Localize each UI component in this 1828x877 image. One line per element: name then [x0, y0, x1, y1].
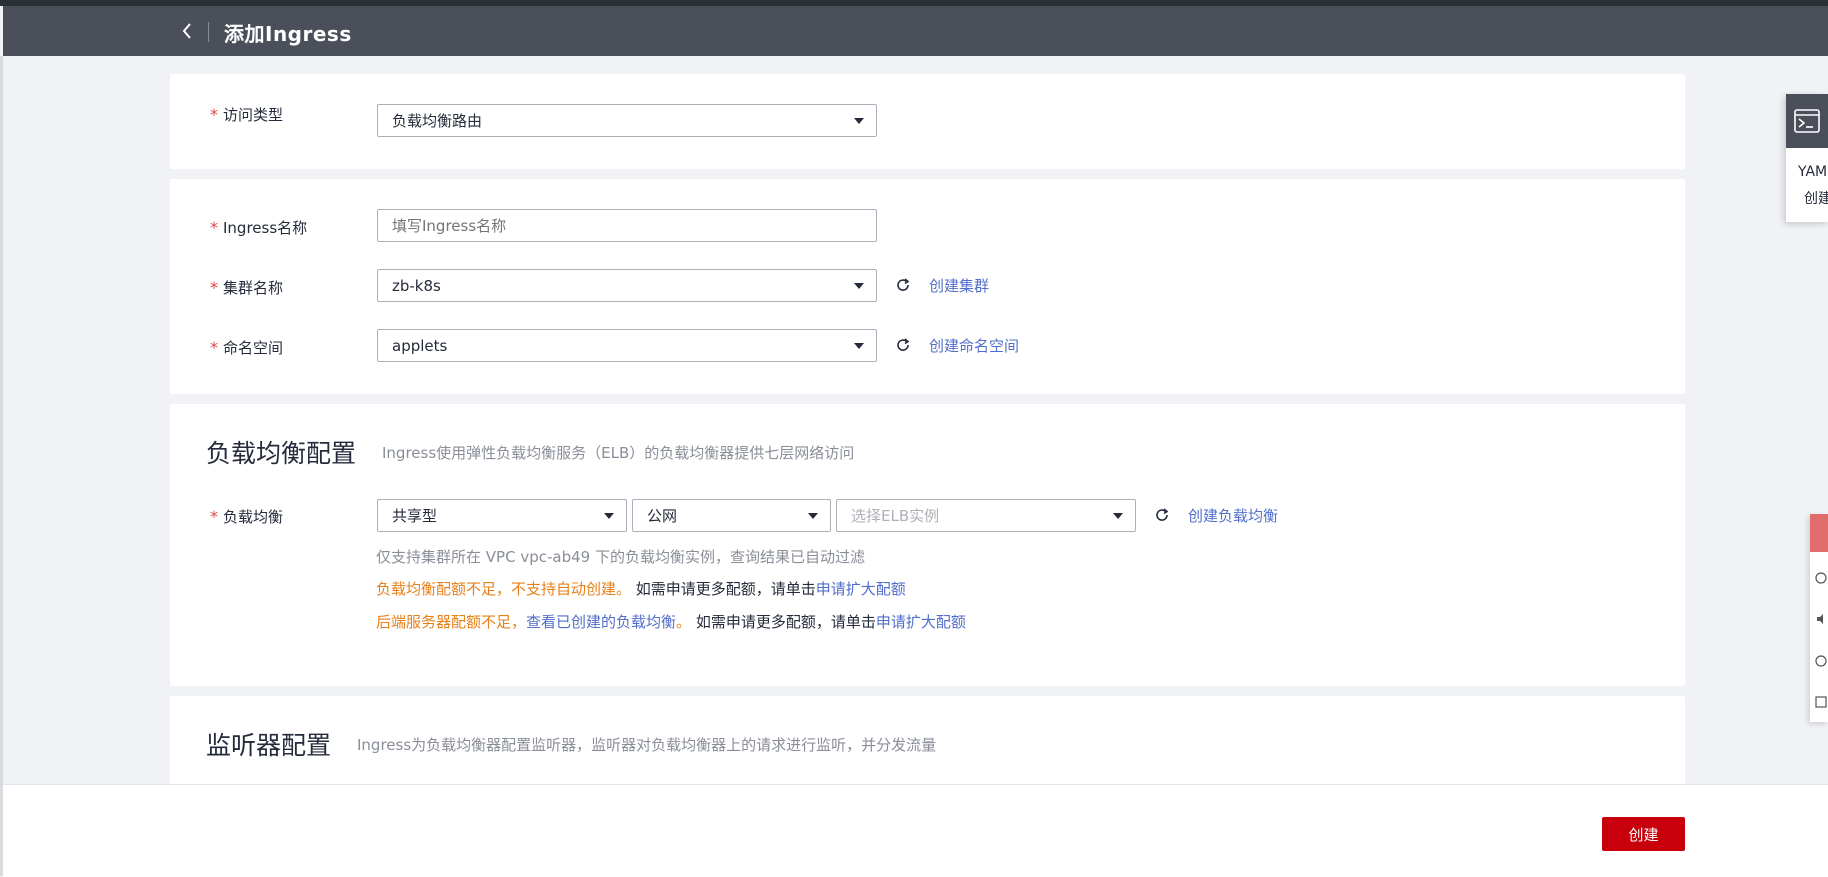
side-tool-icon-3[interactable] — [1814, 654, 1828, 668]
required-star: * — [210, 338, 218, 357]
ingress-name-input[interactable] — [377, 209, 877, 242]
required-star: * — [210, 218, 218, 237]
lb-type-value: 共享型 — [392, 507, 438, 525]
yaml-text-line2: 创建 — [1804, 191, 1828, 207]
listener-config-description: Ingress为负载均衡器配置监听器，监听器对负载均衡器上的请求进行监听，并分发… — [357, 736, 937, 754]
refresh-namespace-button[interactable] — [893, 335, 913, 355]
basic-info-card: * Ingress名称 * 集群名称 zb-k8s 创建集群 * 命名空间 ap… — [170, 179, 1685, 394]
page-header: 添加Ingress — [3, 6, 1828, 56]
caret-down-icon — [854, 343, 864, 349]
caret-down-icon — [808, 513, 818, 519]
create-lb-link[interactable]: 创建负载均衡 — [1188, 505, 1278, 526]
create-cluster-link[interactable]: 创建集群 — [929, 275, 989, 296]
required-star: * — [210, 278, 218, 297]
side-tool-icon-2[interactable] — [1814, 612, 1828, 626]
left-border — [0, 56, 3, 876]
yaml-create-widget[interactable]: YAM 创建 — [1786, 94, 1828, 222]
cluster-value: zb-k8s — [392, 276, 441, 295]
side-toolbar — [1810, 514, 1828, 722]
cluster-select[interactable]: zb-k8s — [377, 269, 877, 302]
namespace-value: applets — [392, 336, 448, 355]
caret-down-icon — [1113, 513, 1123, 519]
apply-quota-link-1[interactable]: 申请扩大配额 — [816, 580, 906, 598]
refresh-cluster-button[interactable] — [893, 275, 913, 295]
lb-network-select[interactable]: 公网 — [632, 499, 831, 532]
side-tool-feedback[interactable] — [1810, 514, 1828, 552]
terminal-icon — [1794, 109, 1820, 133]
lb-type-select[interactable]: 共享型 — [377, 499, 627, 532]
refresh-icon — [1156, 508, 1169, 521]
namespace-label: * 命名空间 — [210, 338, 284, 357]
refresh-elb-button[interactable] — [1152, 505, 1172, 525]
access-type-card: * 访问类型 负载均衡路由 — [170, 74, 1685, 169]
elb-instance-placeholder: 选择ELB实例 — [851, 507, 940, 525]
footer-bar — [3, 784, 1828, 877]
refresh-icon — [897, 278, 910, 291]
apply-quota-link-2[interactable]: 申请扩大配额 — [876, 613, 966, 631]
access-type-value: 负载均衡路由 — [392, 112, 483, 130]
ingress-name-label: * Ingress名称 — [210, 218, 308, 237]
side-tool-icon-4[interactable] — [1814, 695, 1828, 709]
back-button[interactable] — [175, 20, 199, 42]
elb-instance-select[interactable]: 选择ELB实例 — [836, 499, 1136, 532]
quota-warning-1: 负载均衡配额不足，不支持自动创建。 如需申请更多配额，请单击申请扩大配额 — [376, 580, 906, 598]
header-divider — [208, 22, 209, 42]
view-created-lb-link[interactable]: 查看已创建的负载均衡 — [526, 613, 676, 631]
caret-down-icon — [854, 283, 864, 289]
page-title: 添加Ingress — [224, 22, 352, 46]
required-star: * — [210, 105, 218, 124]
lb-config-card: 负载均衡配置 Ingress使用弹性负载均衡服务（ELB）的负载均衡器提供七层网… — [170, 404, 1685, 686]
cluster-name-label: * 集群名称 — [210, 278, 284, 297]
required-star: * — [210, 507, 218, 526]
listener-config-title: 监听器配置 — [206, 731, 332, 760]
yaml-text-line1: YAM — [1798, 164, 1828, 180]
quota-warning-2: 后端服务器配额不足，查看已创建的负载均衡。 如需申请更多配额，请单击申请扩大配额 — [376, 613, 966, 631]
chevron-left-icon — [182, 23, 191, 39]
lb-config-description: Ingress使用弹性负载均衡服务（ELB）的负载均衡器提供七层网络访问 — [382, 444, 855, 462]
access-type-label: * 访问类型 — [210, 105, 284, 124]
namespace-select[interactable]: applets — [377, 329, 877, 362]
access-type-select[interactable]: 负载均衡路由 — [377, 104, 877, 137]
caret-down-icon — [604, 513, 614, 519]
vpc-hint: 仅支持集群所在 VPC vpc-ab49 下的负载均衡实例，查询结果已自动过滤 — [376, 548, 865, 566]
lb-config-title: 负载均衡配置 — [206, 439, 357, 468]
listener-config-card: 监听器配置 Ingress为负载均衡器配置监听器，监听器对负载均衡器上的请求进行… — [170, 696, 1685, 796]
yaml-icon-box — [1786, 94, 1828, 148]
lb-label: * 负载均衡 — [210, 507, 284, 526]
side-tool-icon-1[interactable] — [1814, 571, 1828, 585]
create-button[interactable]: 创建 — [1602, 817, 1685, 851]
lb-network-value: 公网 — [647, 507, 678, 525]
refresh-icon — [897, 338, 910, 351]
caret-down-icon — [854, 118, 864, 124]
create-namespace-link[interactable]: 创建命名空间 — [929, 335, 1019, 356]
